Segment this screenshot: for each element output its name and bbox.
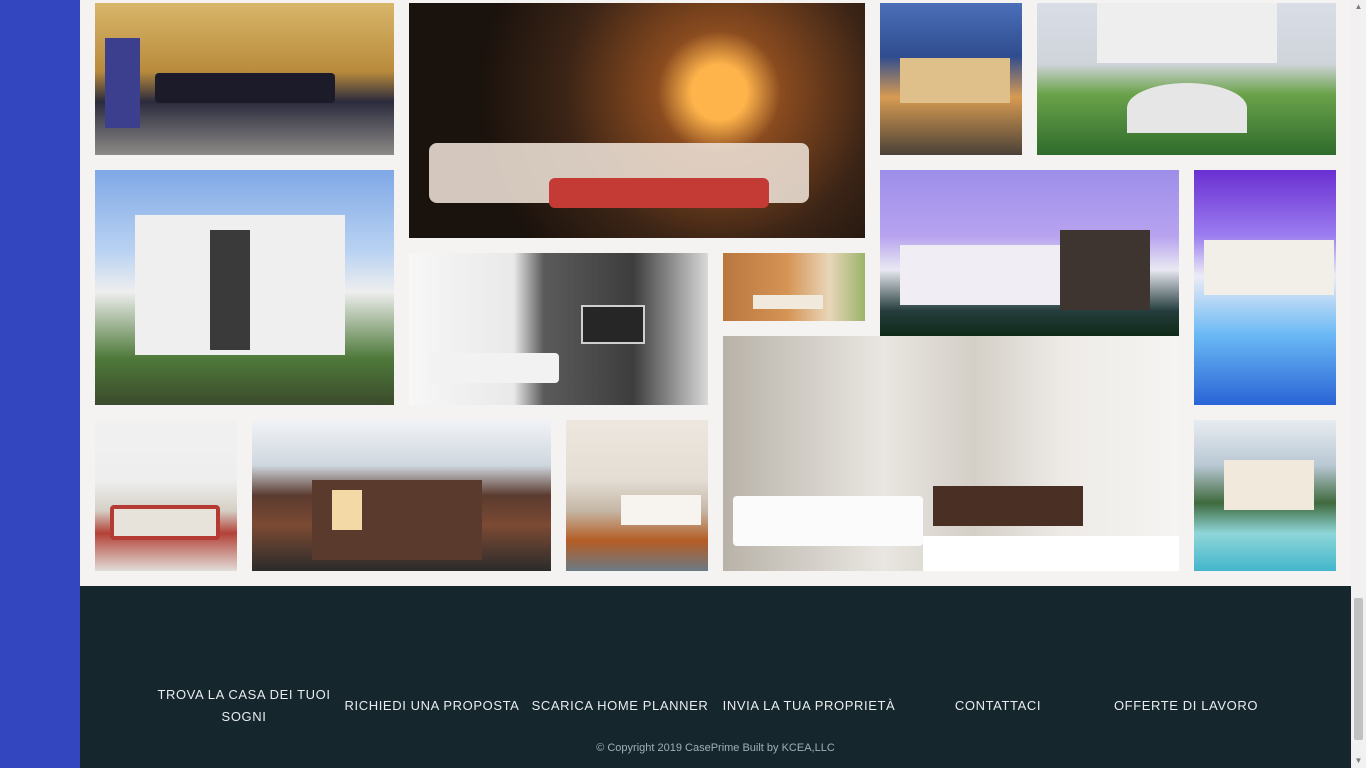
photo-gallery	[80, 0, 1351, 586]
gallery-image-kitchen[interactable]	[95, 3, 394, 155]
scroll-thumb[interactable]	[1354, 598, 1363, 740]
left-color-band	[0, 0, 80, 768]
gallery-image-tv-room[interactable]	[409, 253, 708, 405]
gallery-image-bedroom[interactable]	[566, 420, 708, 571]
scroll-up-icon[interactable]: ▲	[1351, 0, 1366, 14]
gallery-image-modern-white-house[interactable]	[95, 170, 394, 405]
gallery-image-wood-modern-house[interactable]	[252, 420, 551, 571]
gallery-image-terraced-mansion[interactable]	[1037, 3, 1336, 155]
site-footer: TROVA LA CASA DEI TUOI SOGNI RICHIEDI UN…	[80, 586, 1351, 768]
page-scrollbar[interactable]: ▲ ▼	[1351, 0, 1366, 768]
footer-link-invia-proprieta[interactable]: INVIA LA TUA PROPRIETÀ	[715, 681, 903, 731]
footer-link-offerte-lavoro[interactable]: OFFERTE DI LAVORO	[1092, 681, 1280, 731]
footer-nav: TROVA LA CASA DEI TUOI SOGNI RICHIEDI UN…	[150, 681, 1281, 731]
gallery-image-living-room[interactable]	[409, 3, 865, 238]
copyright-text: © Copyright 2019 CasePrime Built by KCEA…	[596, 742, 835, 754]
gallery-image-modern-house-twilight[interactable]	[880, 170, 1179, 336]
gallery-image-bathroom-bedroom[interactable]	[723, 336, 1179, 571]
footer-link-richiedi-proposta[interactable]: RICHIEDI UNA PROPOSTA	[338, 681, 526, 731]
footer-link-trova-casa[interactable]: TROVA LA CASA DEI TUOI SOGNI	[150, 681, 338, 731]
footer-link-scarica-planner[interactable]: SCARICA HOME PLANNER	[526, 681, 714, 731]
gallery-image-lake-villa[interactable]	[1194, 420, 1336, 571]
gallery-image-pool-mansion[interactable]	[1194, 170, 1336, 405]
scroll-down-icon[interactable]: ▼	[1351, 754, 1366, 768]
gallery-image-villa-dusk[interactable]	[880, 3, 1022, 155]
footer-link-contattaci[interactable]: CONTATTACI	[904, 681, 1092, 731]
gallery-image-wood-room[interactable]	[723, 253, 865, 321]
gallery-image-sunken-living[interactable]	[95, 420, 237, 571]
